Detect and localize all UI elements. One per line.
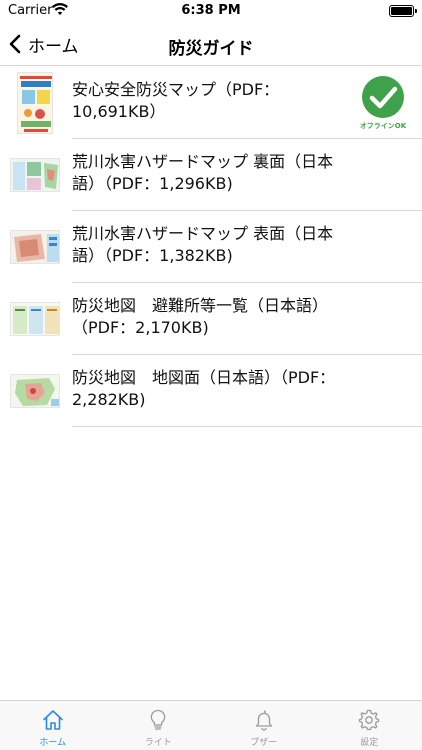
back-button[interactable]: ホーム: [8, 30, 79, 58]
document-list: 安心安全防災マップ（PDF：10,691KB） オフラインOK 荒川水害ハザード…: [0, 67, 422, 427]
tab-label: ホーム: [39, 738, 67, 748]
offline-label: オフラインOK: [359, 122, 407, 130]
list-item[interactable]: 荒川水害ハザードマップ 裏面（日本語）（PDF：1,296KB): [0, 139, 422, 211]
document-title: 荒川水害ハザードマップ 裏面（日本語）（PDF：1,296KB): [72, 152, 334, 193]
status-bar: Carrier 6:38 PM: [0, 0, 422, 22]
document-thumbnail: [10, 302, 60, 336]
bell-icon: [255, 710, 272, 731]
navigation-bar: ホーム 防災ガイド: [0, 22, 422, 66]
offline-badge: オフラインOK: [356, 75, 410, 131]
checkmark-icon: [362, 76, 404, 118]
chevron-left-icon: [9, 34, 21, 54]
tab-home[interactable]: ホーム: [0, 701, 106, 750]
document-title: 荒川水害ハザードマップ 表面（日本語）（PDF：1,382KB): [72, 224, 334, 265]
list-item[interactable]: 防災地図 地図面（日本語）（PDF：2,282KB): [0, 355, 422, 427]
document-thumbnail: [10, 230, 60, 264]
tab-light[interactable]: ライト: [106, 701, 212, 750]
list-item[interactable]: 安心安全防災マップ（PDF：10,691KB） オフラインOK: [0, 67, 422, 139]
battery-icon: [389, 5, 417, 17]
document-title: 防災地図 地図面（日本語）（PDF：2,282KB): [72, 368, 336, 409]
tab-label: 設定: [360, 738, 379, 748]
list-item[interactable]: 荒川水害ハザードマップ 表面（日本語）（PDF：1,382KB): [0, 211, 422, 283]
tab-label: ライト: [144, 738, 172, 748]
lightbulb-icon: [150, 709, 166, 730]
status-time: 6:38 PM: [181, 3, 241, 18]
document-thumbnail: [17, 72, 53, 134]
document-thumbnail: [10, 158, 60, 192]
gear-icon: [359, 709, 380, 731]
back-label: ホーム: [28, 36, 79, 57]
tab-label: ブザー: [250, 738, 278, 748]
tab-settings[interactable]: 設定: [317, 701, 422, 750]
tab-buzzer[interactable]: ブザー: [211, 701, 317, 750]
home-icon: [42, 710, 63, 730]
tab-bar: ホーム ライト ブザー 設定: [0, 700, 422, 750]
document-title: 安心安全防災マップ（PDF：10,691KB）: [72, 80, 280, 121]
document-title: 防災地図 避難所等一覧（日本語）（PDF：2,170KB): [72, 296, 329, 337]
list-item[interactable]: 防災地図 避難所等一覧（日本語）（PDF：2,170KB): [0, 283, 422, 355]
document-thumbnail: [10, 374, 60, 408]
